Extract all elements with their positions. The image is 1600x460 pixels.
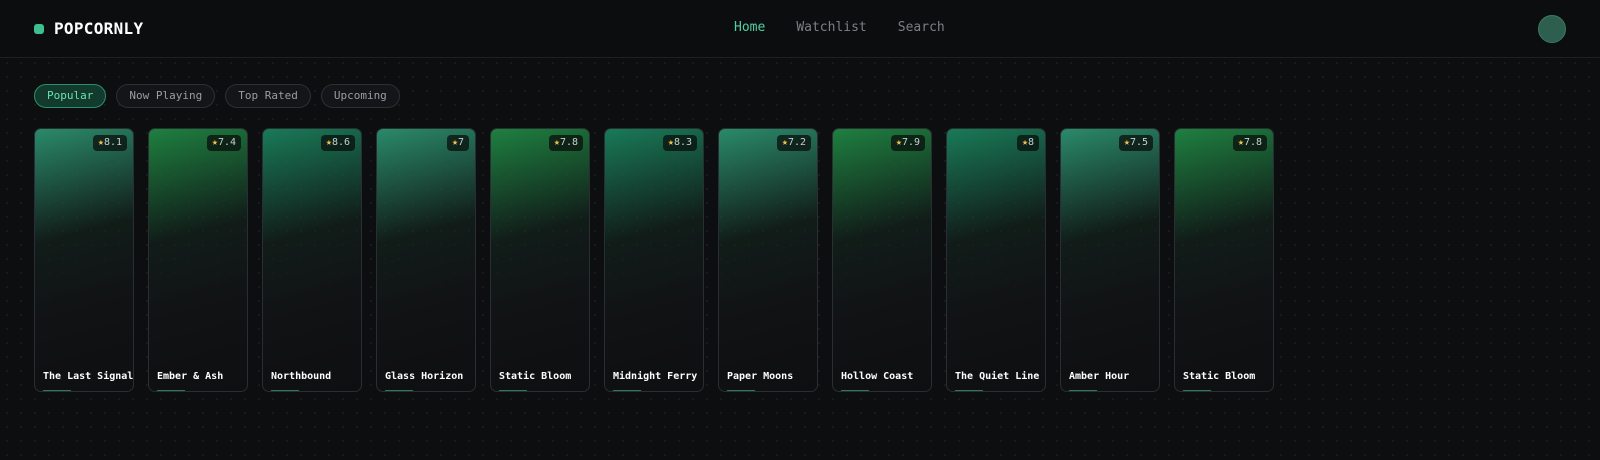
movie-card[interactable]: ★7.4 Ember & Ash [148, 128, 248, 392]
rating-badge: ★8.6 [320, 135, 355, 151]
movie-title: Northbound [271, 371, 332, 382]
filter-top-rated[interactable]: Top Rated [225, 84, 311, 108]
movie-card[interactable]: ★8.6 Northbound [262, 128, 362, 392]
movie-title: Ember & Ash [157, 371, 224, 382]
movie-card[interactable]: ★7.9 Hollow Coast [832, 128, 932, 392]
rating-badge: ★8 [1016, 135, 1039, 151]
rating-badge: ★7.4 [206, 135, 241, 151]
accent-line [727, 390, 755, 391]
brand-name: POPCORNLY [54, 19, 144, 38]
movie-card[interactable]: ★8.1 The Last Signal [34, 128, 134, 392]
movie-title: Midnight Ferry [613, 371, 698, 382]
movie-title: Paper Moons [727, 371, 794, 382]
rating-badge: ★7 [446, 135, 469, 151]
accent-line [841, 390, 869, 391]
movie-title: Static Bloom [499, 371, 572, 382]
accent-line [271, 390, 299, 391]
accent-line [613, 390, 641, 391]
movie-card[interactable]: ★8.3 Midnight Ferry [604, 128, 704, 392]
accent-line [157, 390, 185, 391]
movie-title: Glass Horizon [385, 371, 464, 382]
movie-card[interactable]: ★7.8 Static Bloom [1174, 128, 1274, 392]
accent-line [1069, 390, 1097, 391]
movie-title: The Quiet Line [955, 371, 1040, 382]
rating-badge: ★7.2 [776, 135, 811, 151]
rating-badge: ★7.8 [548, 135, 583, 151]
movie-title: The Last Signal [43, 371, 134, 382]
rating-value: 8 [1027, 137, 1034, 148]
rating-value: 8.1 [103, 137, 122, 148]
user-avatar[interactable] [1538, 15, 1566, 43]
nav-home[interactable]: Home [734, 20, 765, 35]
filter-now-playing[interactable]: Now Playing [116, 84, 216, 108]
rating-value: 7.8 [1243, 137, 1262, 148]
rating-value: 8.6 [331, 137, 350, 148]
accent-line [385, 390, 413, 391]
main-nav: Home Watchlist Search [734, 20, 976, 35]
rating-badge: ★8.1 [92, 135, 127, 151]
movie-title: Amber Hour [1069, 371, 1130, 382]
nav-search[interactable]: Search [898, 20, 945, 35]
accent-line [955, 390, 983, 391]
filter-upcoming[interactable]: Upcoming [320, 84, 400, 108]
movie-title: Hollow Coast [841, 371, 914, 382]
rating-value: 7.4 [217, 137, 236, 148]
category-filters: Popular Now Playing Top Rated Upcoming [34, 84, 410, 108]
nav-watchlist[interactable]: Watchlist [796, 20, 866, 35]
accent-line [43, 390, 71, 391]
movie-card[interactable]: ★7.2 Paper Moons [718, 128, 818, 392]
filter-popular[interactable]: Popular [34, 84, 107, 108]
movie-card[interactable]: ★7 Glass Horizon [376, 128, 476, 392]
rating-badge: ★7.8 [1232, 135, 1267, 151]
rating-badge: ★8.3 [662, 135, 697, 151]
rating-badge: ★7.9 [890, 135, 925, 151]
movie-card[interactable]: ★7.8 Static Bloom [490, 128, 590, 392]
rating-badge: ★7.5 [1118, 135, 1153, 151]
brand-dot-icon [34, 23, 44, 34]
rating-value: 7.2 [787, 137, 806, 148]
rating-value: 7 [457, 137, 464, 148]
brand-logo[interactable]: POPCORNLY [34, 19, 143, 38]
movie-card[interactable]: ★7.5 Amber Hour [1060, 128, 1160, 392]
accent-line [1183, 390, 1211, 391]
rating-value: 7.8 [559, 137, 578, 148]
movie-grid: ★8.1 The Last Signal ★7.4 Ember & Ash ★8… [34, 128, 1288, 392]
movie-title: Static Bloom [1183, 371, 1256, 382]
movie-card[interactable]: ★8 The Quiet Line [946, 128, 1046, 392]
rating-value: 7.9 [901, 137, 920, 148]
rating-value: 7.5 [1129, 137, 1148, 148]
top-bar: POPCORNLY Home Watchlist Search [0, 0, 1600, 58]
accent-line [499, 390, 527, 391]
rating-value: 8.3 [673, 137, 692, 148]
